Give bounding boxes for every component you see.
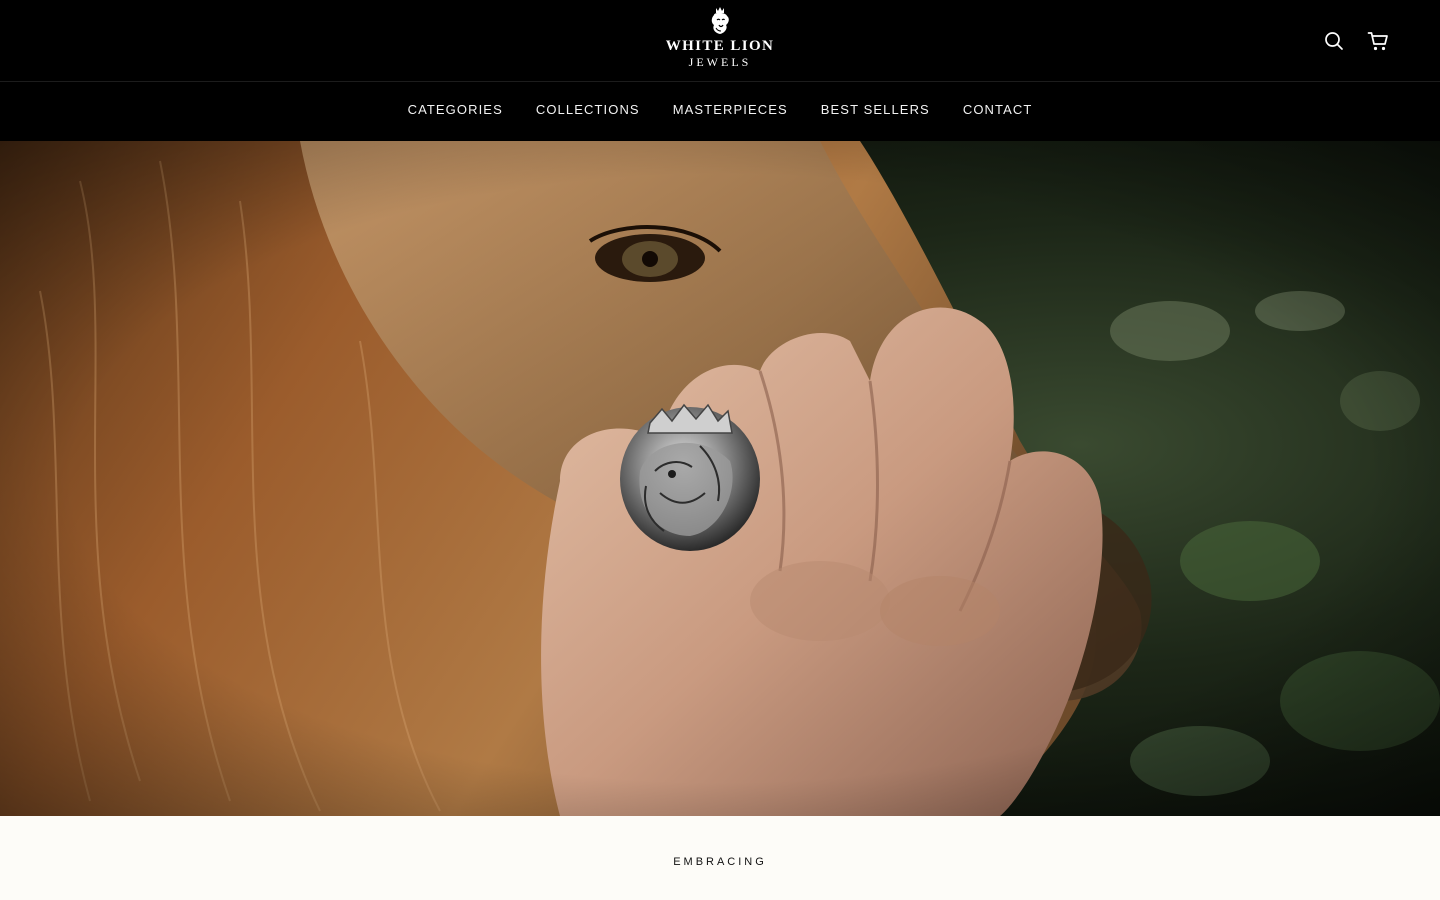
header-topbar: WHITE LION JEWELS xyxy=(0,0,1440,82)
search-icon xyxy=(1325,32,1343,50)
nav-item-contact[interactable]: CONTACT xyxy=(946,102,1049,117)
cart-button[interactable] xyxy=(1365,28,1391,54)
site-header: WHITE LION JEWELS CATEGORIES COLLECTIONS… xyxy=(0,0,1440,141)
cart-icon xyxy=(1367,32,1388,51)
brand-logo[interactable]: WHITE LION JEWELS xyxy=(660,6,780,76)
intro-section: EMBRACING xyxy=(0,816,1440,900)
main-nav: CATEGORIES COLLECTIONS MASTERPIECES BEST… xyxy=(0,83,1440,141)
lion-head-icon xyxy=(711,7,729,34)
nav-item-categories[interactable]: CATEGORIES xyxy=(391,102,519,117)
hero-banner xyxy=(0,141,1440,816)
brand-subname: JEWELS xyxy=(688,55,752,69)
nav-item-masterpieces[interactable]: MASTERPIECES xyxy=(656,102,804,117)
hero-image xyxy=(0,141,1440,816)
nav-item-best-sellers[interactable]: BEST SELLERS xyxy=(804,102,946,117)
nav-item-collections[interactable]: COLLECTIONS xyxy=(519,102,656,117)
search-button[interactable] xyxy=(1321,28,1347,54)
section-eyebrow: EMBRACING xyxy=(673,856,767,868)
nav-list: CATEGORIES COLLECTIONS MASTERPIECES BEST… xyxy=(391,102,1049,117)
brand-name: WHITE LION xyxy=(665,38,775,54)
